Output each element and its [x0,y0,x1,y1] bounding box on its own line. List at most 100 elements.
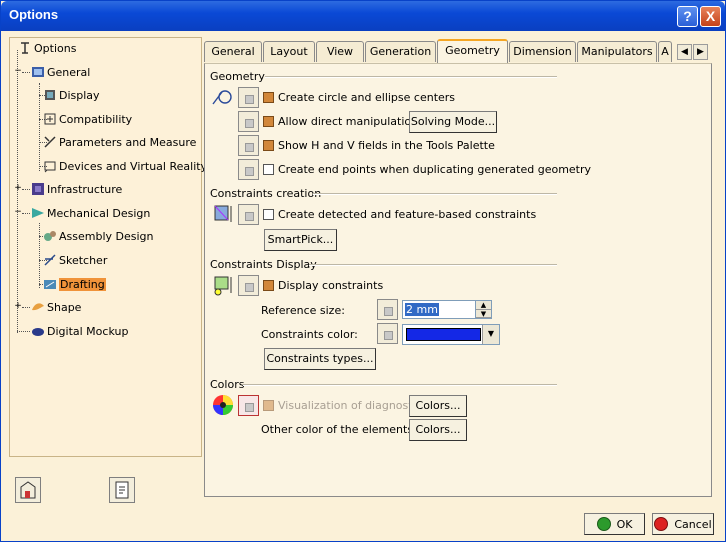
color-wheel-icon [213,395,233,415]
tree-item-sketcher[interactable]: Sketcher [43,253,107,267]
title-bar: Options ? X [1,1,725,31]
export-icon [115,481,129,499]
lock-icon[interactable] [238,204,259,225]
digital-mockup-icon [31,324,45,338]
devices-icon [43,159,57,173]
display-constraints-label: Display constraints [278,279,384,292]
tree-item-label: Mechanical Design [47,206,151,220]
cancel-label: Cancel [674,517,712,531]
constraints-creation-title: Constraints creation [210,187,322,200]
solving-mode-button[interactable]: Solving Mode... [409,111,497,133]
tab-annotations[interactable]: A [658,41,672,62]
ok-label: OK [616,517,633,531]
create-centers-checkbox[interactable] [263,92,274,103]
cancel-button[interactable]: Cancel [652,513,714,535]
infrastructure-icon [31,182,45,196]
create-end-points-label: Create end points when duplicating gener… [278,163,592,176]
lock-icon[interactable] [238,135,259,156]
lock-icon[interactable] [238,275,259,296]
tree-item-display[interactable]: Display [43,88,100,102]
tree-item-assembly-design[interactable]: Assembly Design [43,229,154,243]
tree-item-label: Compatibility [59,112,133,126]
create-detected-label: Create detected and feature-based constr… [278,208,537,221]
smartpick-button[interactable]: SmartPick... [264,229,337,251]
tab-scroll-right-icon[interactable]: ▶ [693,44,708,60]
reset-options-button[interactable] [15,477,41,503]
assembly-icon [43,229,57,243]
sketcher-icon [43,253,57,267]
allow-direct-checkbox[interactable] [263,116,274,127]
cancel-icon [654,517,669,531]
help-button[interactable]: ? [677,6,698,27]
general-icon [31,65,45,79]
spin-up-icon[interactable]: ▲ [476,301,491,310]
show-hv-checkbox[interactable] [263,140,274,151]
reference-size-spinner[interactable]: 2 mm ▲ ▼ [402,300,492,319]
tree-item-drafting[interactable]: Drafting [43,277,106,291]
tree-item-general[interactable]: General [31,65,90,79]
constraint-display-icon [214,276,232,296]
create-end-points-checkbox[interactable] [263,164,274,175]
reference-size-value: 2 mm [405,303,439,316]
tab-layout[interactable]: Layout [263,41,315,62]
tree-item-label: Parameters and Measure [59,135,197,149]
tab-geometry[interactable]: Geometry [437,39,508,63]
tree-item-label: Devices and Virtual Reality [59,159,208,173]
options-icon [18,41,32,55]
constraints-color-label: Constraints color: [261,328,358,341]
lock-icon[interactable] [238,159,259,180]
close-button[interactable]: X [700,6,721,27]
tree-item-options[interactable]: Options [18,41,76,55]
diagnostic-colors-button[interactable]: Colors... [409,395,467,417]
tree-item-shape[interactable]: Shape [31,300,81,314]
shape-icon [31,300,45,314]
lock-icon[interactable] [238,87,259,108]
tab-generation[interactable]: Generation [365,41,436,62]
ok-icon [596,517,611,531]
spinner-arrows[interactable]: ▲ ▼ [475,301,491,318]
lock-icon[interactable] [377,299,398,320]
section-divider [265,76,557,78]
display-constraints-checkbox[interactable] [263,280,274,291]
ok-button[interactable]: OK [584,513,645,535]
allow-direct-label: Allow direct manipulation [278,115,419,128]
tree-item-label: General [47,65,91,79]
tree-item-label: Digital Mockup [47,324,129,338]
constraints-color-dropdown[interactable]: ▼ [402,324,500,345]
element-colors-button[interactable]: Colors... [409,419,467,441]
tree-item-mechanical-design[interactable]: Mechanical Design [31,206,150,220]
tab-dimension[interactable]: Dimension [509,41,576,62]
tree-item-label: Display [59,88,100,102]
lock-icon[interactable] [238,111,259,132]
reference-size-label: Reference size: [261,304,345,317]
tree-item-devices[interactable]: Devices and Virtual Reality [43,159,207,173]
expand-icon[interactable]: + [14,302,22,311]
export-options-button[interactable] [109,477,135,503]
tree-item-parameters[interactable]: Parameters and Measure [43,135,196,149]
window-title: Options [9,7,59,22]
reset-icon [20,481,36,499]
collapse-icon[interactable]: − [14,67,22,76]
tree-item-compatibility[interactable]: Compatibility [43,112,132,126]
visualization-diagnostic-checkbox [263,400,274,411]
compatibility-icon [43,112,57,126]
tree-item-infrastructure[interactable]: Infrastructure [31,182,122,196]
mechanical-design-icon [31,206,45,220]
collapse-icon[interactable]: − [14,208,22,217]
chevron-down-icon[interactable]: ▼ [482,325,499,344]
spin-down-icon[interactable]: ▼ [476,309,491,318]
tab-general[interactable]: General [204,41,262,62]
tab-scroll-left-icon[interactable]: ◀ [677,44,692,60]
tree-item-digital-mockup[interactable]: Digital Mockup [31,324,128,338]
tab-manipulators[interactable]: Manipulators [577,41,657,62]
display-icon [43,88,57,102]
expand-icon[interactable]: + [14,184,22,193]
parameters-icon [43,135,57,149]
constraints-types-button[interactable]: Constraints types... [264,348,376,370]
tree-item-label: Assembly Design [59,229,154,243]
tree-item-label: Options [34,41,77,55]
locked-icon[interactable] [238,395,259,416]
create-detected-checkbox[interactable] [263,209,274,220]
tab-view[interactable]: View [316,41,364,62]
lock-icon[interactable] [377,323,398,344]
